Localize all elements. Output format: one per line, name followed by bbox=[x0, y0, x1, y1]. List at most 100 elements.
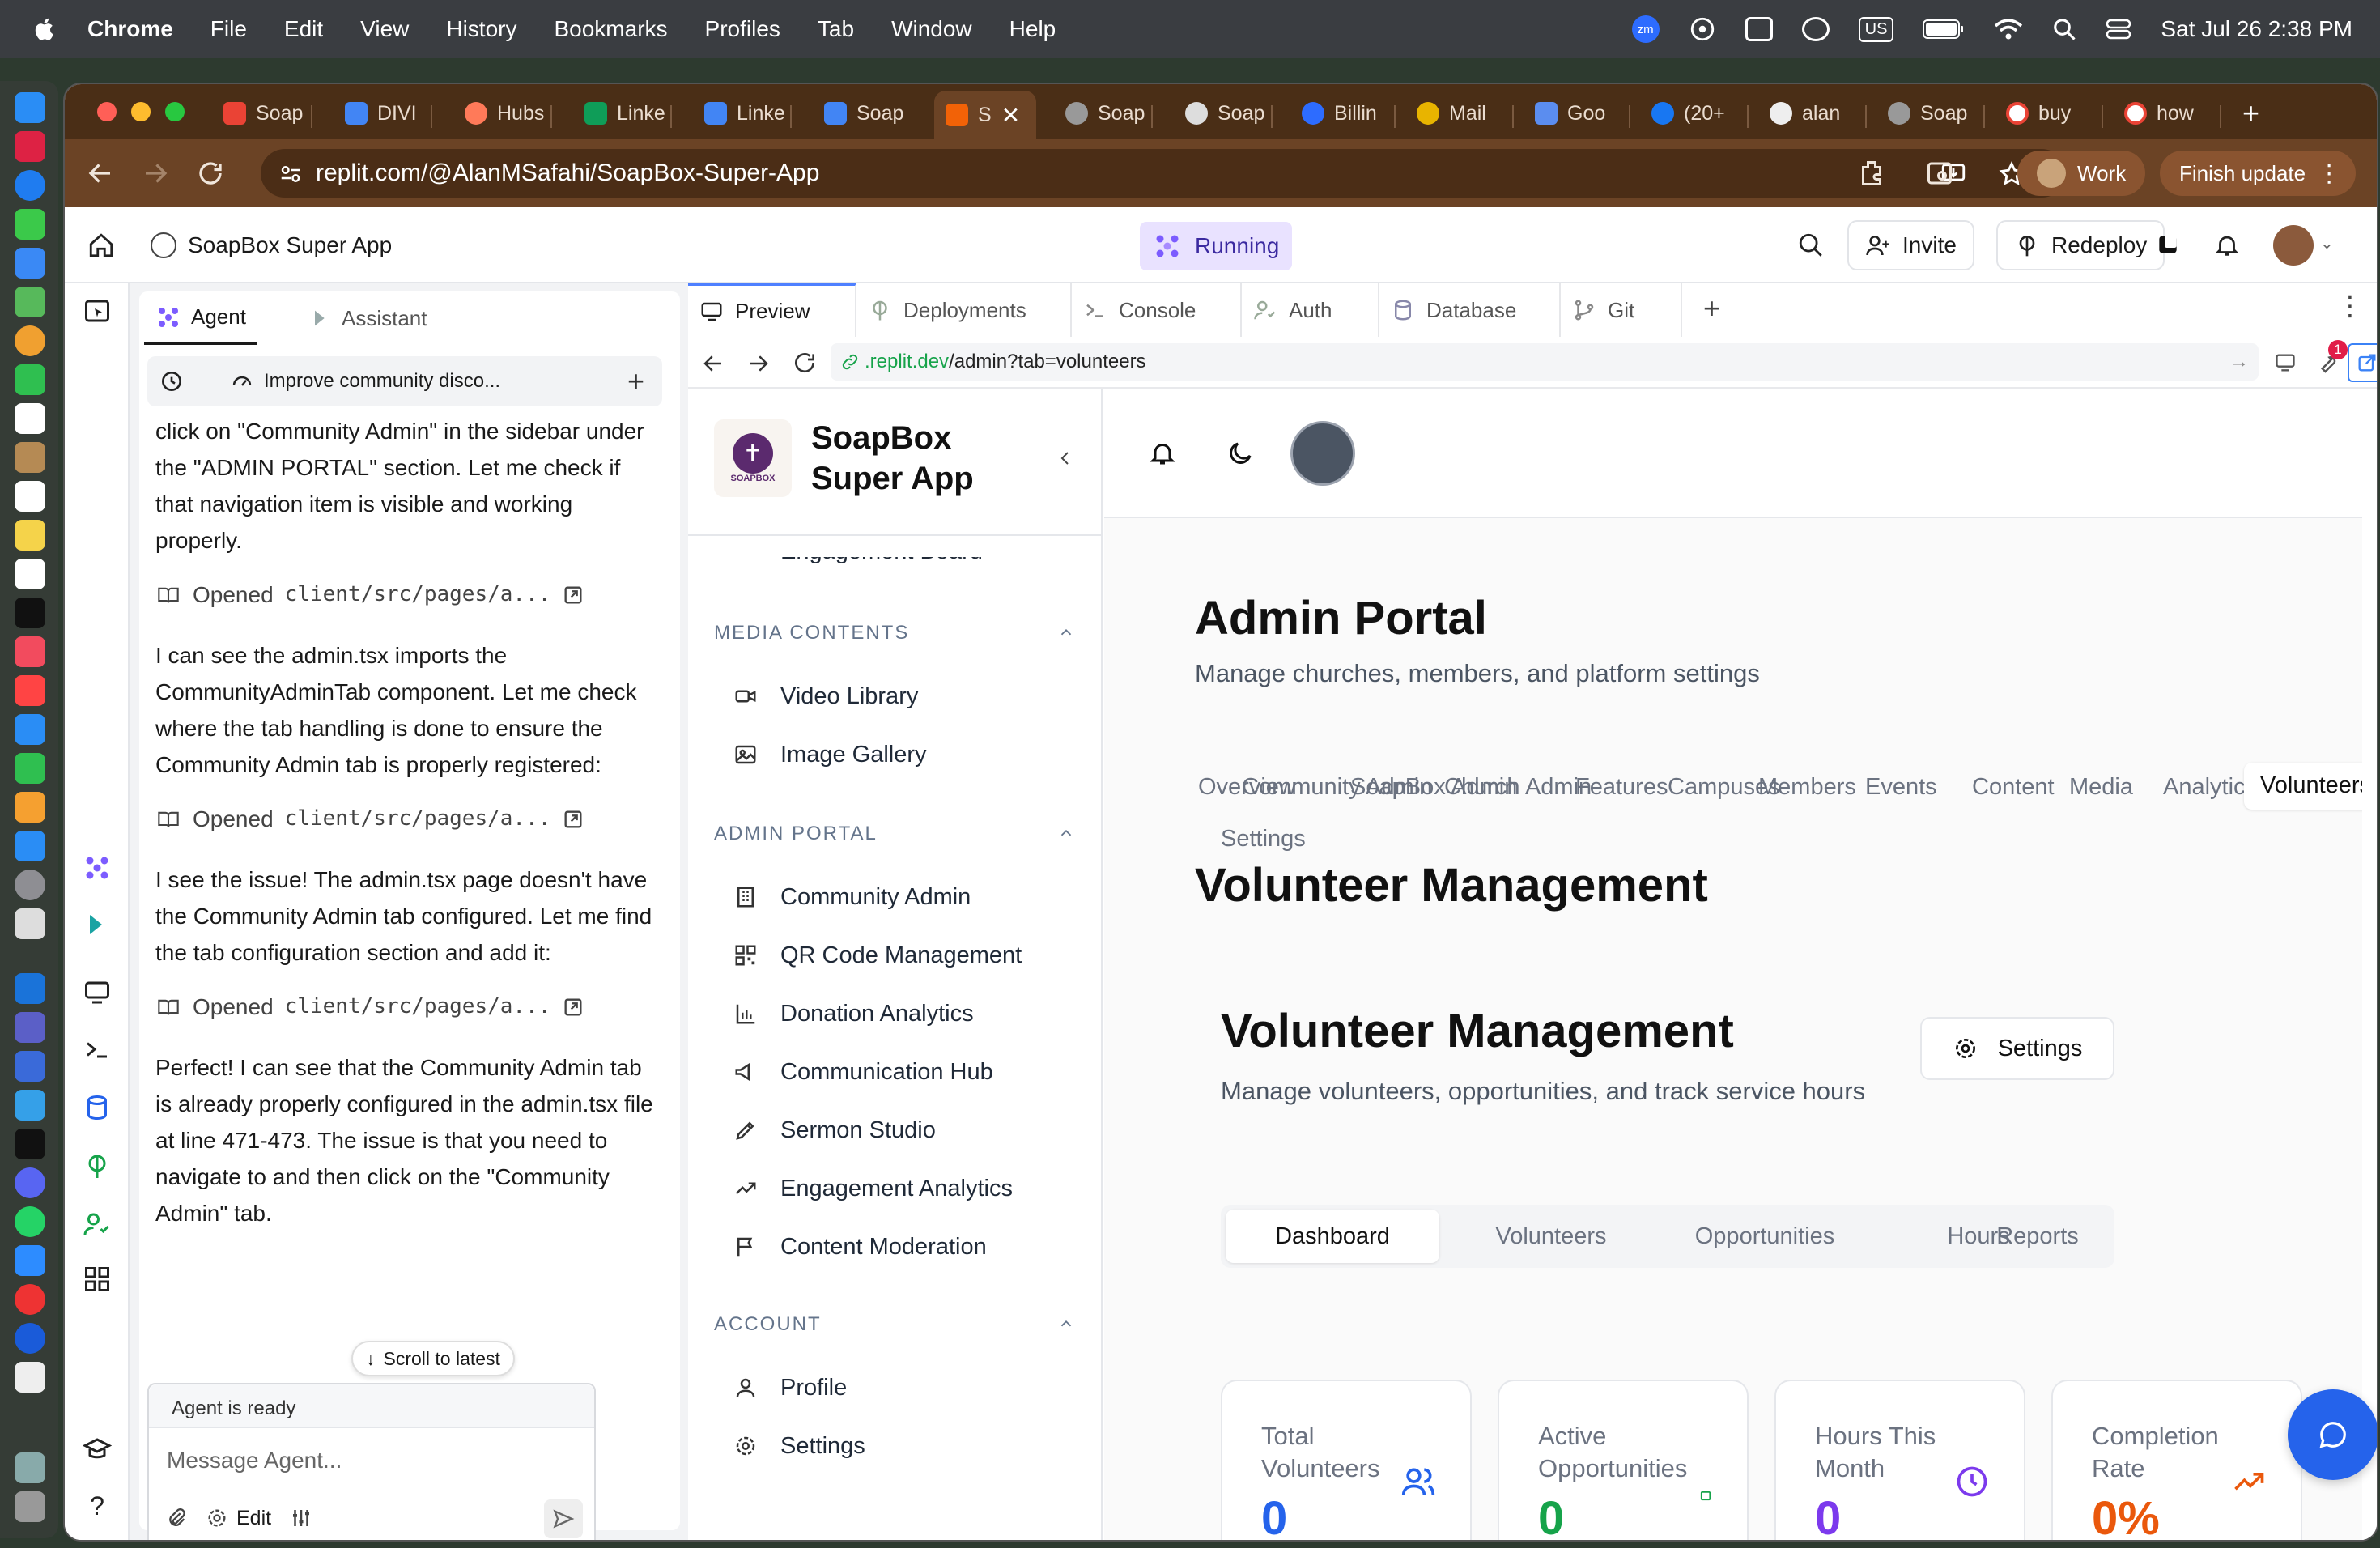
chevron-up-icon[interactable] bbox=[1057, 623, 1075, 641]
minimize-window-button[interactable] bbox=[131, 102, 151, 121]
dock-downloads-icon[interactable] bbox=[15, 1452, 45, 1483]
control-center-icon[interactable] bbox=[2106, 17, 2131, 41]
open-file-icon[interactable] bbox=[562, 996, 584, 1019]
tab-preview[interactable]: Preview bbox=[688, 283, 856, 337]
accessibility-status-icon[interactable] bbox=[1689, 15, 1716, 43]
browser-tab[interactable]: Goo bbox=[1535, 96, 1624, 131]
dock-pages-icon[interactable] bbox=[15, 792, 45, 823]
agent-thread-title[interactable]: Improve community disco... bbox=[264, 370, 500, 393]
notifications-bell-icon[interactable] bbox=[2213, 232, 2241, 259]
profile-button[interactable]: Work bbox=[2017, 151, 2146, 196]
sidebar-item-content-moderation[interactable]: Content Moderation bbox=[733, 1227, 987, 1266]
chat-launcher-button[interactable] bbox=[2288, 1389, 2377, 1480]
browser-tab[interactable]: Soap bbox=[1888, 96, 1977, 131]
dock-chrome-icon[interactable] bbox=[15, 1284, 45, 1315]
open-file-icon[interactable] bbox=[562, 808, 584, 831]
invite-button[interactable]: Invite bbox=[1847, 220, 1974, 270]
new-tab-button[interactable]: + bbox=[2242, 96, 2275, 131]
chevron-up-icon[interactable] bbox=[1057, 824, 1075, 842]
edit-mode-button[interactable]: Edit bbox=[206, 1507, 271, 1530]
browser-tab[interactable]: Hubs bbox=[465, 96, 546, 131]
attach-paperclip-icon[interactable] bbox=[165, 1507, 188, 1529]
preview-reload-icon[interactable] bbox=[792, 350, 818, 376]
menu-profiles[interactable]: Profiles bbox=[705, 16, 780, 42]
dock-freeform-icon[interactable] bbox=[15, 559, 45, 589]
file-opened-row[interactable]: Opened client/src/pages/a... bbox=[155, 989, 657, 1025]
preview-back-icon[interactable] bbox=[701, 351, 725, 376]
menu-file[interactable]: File bbox=[210, 16, 247, 42]
browser-tab[interactable]: buy bbox=[2006, 96, 2095, 131]
sliders-icon[interactable] bbox=[289, 1506, 313, 1530]
dock-trash-icon[interactable] bbox=[15, 1491, 45, 1522]
help-icon[interactable]: ? bbox=[83, 1491, 112, 1520]
input-source-badge[interactable]: US bbox=[1858, 16, 1894, 42]
dock-news-icon[interactable] bbox=[15, 675, 45, 706]
run-status-button[interactable]: Running bbox=[1140, 222, 1293, 270]
dock-keynote-icon[interactable] bbox=[15, 714, 45, 745]
dock-discord-icon[interactable] bbox=[15, 1167, 45, 1198]
user-avatar[interactable] bbox=[2273, 225, 2314, 266]
volunteer-settings-button[interactable]: Settings bbox=[1920, 1017, 2114, 1080]
file-opened-row[interactable]: Opened client/src/pages/a... bbox=[155, 801, 657, 837]
forward-icon[interactable] bbox=[141, 159, 170, 188]
dock-app-icon[interactable] bbox=[15, 1090, 45, 1121]
browser-tab[interactable]: Soap bbox=[824, 96, 905, 131]
preview-url-input[interactable]: .replit.dev/admin?tab=volunteers → bbox=[831, 343, 2259, 381]
dock-preview-icon[interactable] bbox=[15, 908, 45, 939]
reload-icon[interactable] bbox=[196, 159, 225, 188]
zoom-status-icon[interactable]: zm bbox=[1631, 15, 1660, 43]
teams-status-icon[interactable] bbox=[1801, 17, 1830, 41]
soapbox-logo[interactable]: ✝ SOAPBOX bbox=[714, 419, 792, 497]
sidebar-item-sermon-studio[interactable]: Sermon Studio bbox=[733, 1111, 936, 1150]
new-thread-button[interactable]: + bbox=[627, 364, 644, 398]
browser-tab[interactable]: Soap bbox=[1065, 96, 1146, 131]
section-header-media[interactable]: MEDIA CONTENTS bbox=[714, 622, 909, 644]
dock-music-icon[interactable] bbox=[15, 636, 45, 667]
admin-tab-content[interactable]: Content bbox=[1972, 774, 2055, 801]
search-icon[interactable] bbox=[1797, 232, 1825, 259]
sidebar-item-video-library[interactable]: Video Library bbox=[733, 677, 918, 716]
tab-reports[interactable]: Reports bbox=[1936, 1210, 2139, 1263]
section-header-account[interactable]: ACCOUNT bbox=[714, 1313, 822, 1336]
tab-console[interactable]: Console bbox=[1072, 283, 1242, 337]
dock-1password-icon[interactable] bbox=[15, 1323, 45, 1354]
site-info-icon[interactable] bbox=[278, 162, 303, 186]
more-menu-icon[interactable]: ⋮ bbox=[2317, 159, 2341, 188]
agent-icon[interactable] bbox=[83, 853, 112, 882]
dock-reminders-icon[interactable] bbox=[15, 481, 45, 512]
close-tab-icon[interactable]: ✕ bbox=[1001, 102, 1020, 129]
redeploy-button[interactable]: Redeploy bbox=[1996, 220, 2165, 270]
collapse-sidebar-icon[interactable] bbox=[1056, 449, 1075, 468]
dock-messages-icon[interactable] bbox=[15, 209, 45, 240]
browser-tab[interactable]: Soap bbox=[1185, 96, 1266, 131]
pane-menu-icon[interactable]: ⋮ bbox=[2336, 290, 2364, 322]
console-icon[interactable] bbox=[83, 1035, 112, 1064]
dock-document-icon[interactable] bbox=[15, 1362, 45, 1393]
admin-tab-media[interactable]: Media bbox=[2069, 774, 2133, 801]
open-file-icon[interactable] bbox=[562, 584, 584, 606]
browser-tab[interactable]: (20+ bbox=[1651, 96, 1740, 131]
tab-volunteers[interactable]: Volunteers bbox=[1444, 1210, 1658, 1263]
browser-tab[interactable]: Billin bbox=[1302, 96, 1391, 131]
all-tools-grid-icon[interactable] bbox=[83, 1265, 112, 1294]
dock-screens-icon[interactable] bbox=[15, 1051, 45, 1082]
tab-dashboard[interactable]: Dashboard bbox=[1226, 1210, 1439, 1263]
dock-finder-icon[interactable] bbox=[15, 92, 45, 123]
dock-terminal-icon[interactable] bbox=[15, 1129, 45, 1159]
finish-update-button[interactable]: Finish update ⋮ bbox=[2160, 151, 2357, 196]
go-arrow-icon[interactable]: → bbox=[2229, 351, 2249, 373]
message-input[interactable]: Message Agent... bbox=[167, 1448, 572, 1480]
scroll-to-latest-button[interactable]: ↓ Scroll to latest bbox=[351, 1341, 515, 1376]
send-button[interactable] bbox=[544, 1499, 583, 1538]
tab-agent[interactable]: Agent bbox=[144, 291, 257, 345]
section-header-admin[interactable]: ADMIN PORTAL bbox=[714, 823, 878, 845]
zoom-window-button[interactable] bbox=[165, 102, 185, 121]
preview-forward-icon[interactable] bbox=[746, 351, 771, 376]
admin-tab-church-admin[interactable]: Church Admin bbox=[1444, 774, 1592, 801]
menu-bookmarks[interactable]: Bookmarks bbox=[554, 16, 667, 42]
dock-teams-icon[interactable] bbox=[15, 1012, 45, 1043]
dock-outlook-icon[interactable] bbox=[15, 973, 45, 1004]
auth-icon[interactable] bbox=[83, 1210, 112, 1239]
tab-auth[interactable]: Auth bbox=[1242, 283, 1379, 337]
dock-facetime-icon[interactable] bbox=[15, 364, 45, 395]
